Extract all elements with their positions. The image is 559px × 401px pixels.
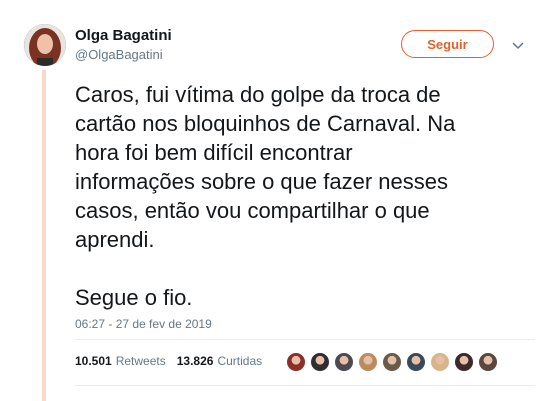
liker-avatar[interactable] bbox=[406, 352, 426, 372]
retweets-stat[interactable]: 10.501 Retweets bbox=[75, 354, 166, 368]
retweets-label: Retweets bbox=[115, 354, 166, 368]
liker-avatar[interactable] bbox=[478, 352, 498, 372]
tweet-timestamp[interactable]: 06:27 - 27 de fev de 2019 bbox=[75, 317, 212, 331]
divider bbox=[75, 385, 535, 386]
author-handle[interactable]: @OlgaBagatini bbox=[75, 47, 163, 62]
liker-avatar[interactable] bbox=[310, 352, 330, 372]
liker-avatar[interactable] bbox=[334, 352, 354, 372]
tweet-text: Caros, fui vítima do golpe da troca de c… bbox=[75, 82, 456, 310]
liker-avatar[interactable] bbox=[454, 352, 474, 372]
retweets-count: 10.501 bbox=[75, 354, 112, 368]
avatar[interactable] bbox=[24, 24, 66, 66]
likes-count: 13.826 bbox=[176, 354, 214, 368]
likes-stat[interactable]: 13.826 Curtidas bbox=[177, 354, 262, 368]
liker-avatar[interactable] bbox=[358, 352, 378, 372]
divider bbox=[75, 339, 535, 340]
likes-label: Curtidas bbox=[217, 354, 263, 368]
liker-avatars bbox=[286, 352, 502, 372]
follow-button[interactable]: Seguir bbox=[401, 30, 494, 58]
liker-avatar[interactable] bbox=[382, 352, 402, 372]
avatar-portrait-icon bbox=[24, 24, 66, 66]
liker-avatar[interactable] bbox=[430, 352, 450, 372]
chevron-down-icon[interactable] bbox=[512, 40, 524, 52]
author-name[interactable]: Olga Bagatini bbox=[75, 27, 172, 44]
thread-line bbox=[42, 70, 46, 401]
liker-avatar[interactable] bbox=[286, 352, 306, 372]
engagement-stats: 10.501 Retweets 13.826 Curtidas bbox=[75, 354, 273, 368]
